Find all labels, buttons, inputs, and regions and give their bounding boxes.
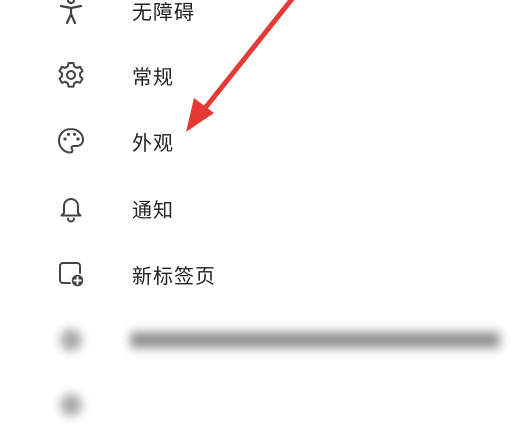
bell-icon (56, 193, 86, 223)
menu-item-blurred[interactable] (0, 375, 522, 435)
blurred-icon (56, 325, 86, 355)
new-tab-icon (56, 259, 86, 289)
menu-item-label: 外观 (132, 130, 174, 155)
menu-item-blurred[interactable] (0, 310, 522, 370)
menu-item-label: 通知 (132, 197, 174, 222)
blurred-icon (56, 390, 86, 420)
menu-item-notifications[interactable]: 通知 (0, 178, 522, 238)
blurred-label (130, 332, 500, 348)
gear-icon (56, 60, 86, 90)
menu-item-label: 常规 (132, 64, 174, 89)
accessibility-icon (56, 0, 86, 25)
palette-icon (56, 126, 86, 156)
menu-item-appearance[interactable]: 外观 (0, 111, 522, 171)
menu-item-label: 无障碍 (132, 0, 195, 24)
menu-item-new-tab-page[interactable]: 新标签页 (0, 244, 522, 304)
menu-item-general[interactable]: 常规 (0, 45, 522, 105)
menu-item-label: 新标签页 (132, 263, 216, 288)
menu-item-accessibility[interactable]: 无障碍 (0, 0, 522, 40)
settings-menu: 无障碍 常规 外观 通知 新标签页 (0, 0, 522, 416)
